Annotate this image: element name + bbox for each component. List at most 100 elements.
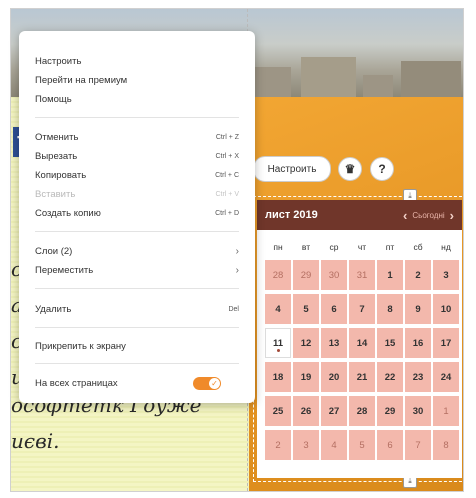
day-number: 13 bbox=[328, 337, 340, 349]
calendar-day[interactable]: 7 bbox=[405, 430, 431, 460]
calendar-day[interactable]: 4 bbox=[321, 430, 347, 460]
menu-item-duplicate[interactable]: Создать копию Ctrl + D bbox=[35, 205, 239, 221]
day-number: 19 bbox=[300, 371, 312, 383]
calendar-day[interactable]: 5 bbox=[349, 430, 375, 460]
menu-item-delete[interactable]: Удалить Del bbox=[35, 301, 239, 317]
today-link[interactable]: Сьогодні bbox=[412, 211, 444, 220]
menu-divider bbox=[35, 288, 239, 289]
calendar-day[interactable]: 30 bbox=[405, 396, 431, 426]
menu-item-copy[interactable]: Копировать Ctrl + C bbox=[35, 167, 239, 183]
calendar-day[interactable]: 30 bbox=[321, 260, 347, 290]
weekday-label: вт bbox=[301, 242, 311, 252]
calendar-day[interactable]: 3 bbox=[293, 430, 319, 460]
calendar-day[interactable]: 3 bbox=[433, 260, 459, 290]
next-month-icon[interactable]: › bbox=[450, 208, 454, 223]
all-pages-toggle[interactable]: ✓ bbox=[193, 376, 221, 390]
day-number: 18 bbox=[272, 371, 284, 383]
menu-item-all-pages[interactable]: На всех страницах ✓ bbox=[35, 375, 239, 391]
calendar-day[interactable]: 29 bbox=[293, 260, 319, 290]
calendar-day[interactable]: 2 bbox=[265, 430, 291, 460]
calendar-day[interactable]: 6 bbox=[377, 430, 403, 460]
menu-item-move[interactable]: Переместить › bbox=[35, 262, 239, 278]
calendar-title: лист 2019 bbox=[265, 209, 318, 221]
chevron-right-icon: › bbox=[235, 264, 239, 276]
calendar-day[interactable]: 8 bbox=[377, 294, 403, 324]
calendar-day[interactable]: 31 bbox=[349, 260, 375, 290]
calendar-day[interactable]: 15 bbox=[377, 328, 403, 358]
calendar-day[interactable]: 4 bbox=[265, 294, 291, 324]
calendar-day[interactable]: 1 bbox=[433, 396, 459, 426]
menu-divider bbox=[35, 327, 239, 328]
crown-icon[interactable]: ♛ bbox=[338, 157, 362, 181]
calendar-day[interactable]: 2 bbox=[405, 260, 431, 290]
menu-item-label: Вырезать bbox=[35, 150, 78, 162]
calendar-day[interactable]: 28 bbox=[349, 396, 375, 426]
day-number: 26 bbox=[300, 405, 312, 417]
calendar-grid: 28 29 30 31 1 2 3 4 5 6 7 8 9 10 11 12 13 14 15 16 17 18 19 20 2… bbox=[265, 260, 462, 460]
menu-item-label: Настроить bbox=[35, 55, 82, 67]
day-number: 15 bbox=[384, 337, 396, 349]
calendar-day[interactable]: 29 bbox=[377, 396, 403, 426]
calendar-day[interactable]: 14 bbox=[349, 328, 375, 358]
day-number: 9 bbox=[415, 303, 421, 315]
menu-item-label: Переместить bbox=[35, 264, 94, 276]
calendar-day[interactable]: 27 bbox=[321, 396, 347, 426]
shortcut-label: Ctrl + Z bbox=[215, 133, 239, 141]
calendar-day[interactable]: 6 bbox=[321, 294, 347, 324]
menu-item-cut[interactable]: Вырезать Ctrl + X bbox=[35, 148, 239, 164]
calendar-day[interactable]: 28 bbox=[265, 260, 291, 290]
day-number: 5 bbox=[359, 439, 365, 451]
menu-divider bbox=[35, 231, 239, 232]
settings-button[interactable]: Настроить bbox=[253, 156, 331, 182]
calendar-day[interactable]: 22 bbox=[377, 362, 403, 392]
calendar-header: лист 2019 ‹ Сьогодні › bbox=[257, 200, 462, 230]
check-icon: ✓ bbox=[209, 377, 220, 389]
day-number: 20 bbox=[328, 371, 340, 383]
calendar-day[interactable]: 16 bbox=[405, 328, 431, 358]
calendar-day[interactable]: 13 bbox=[321, 328, 347, 358]
day-number: 30 bbox=[412, 405, 424, 417]
day-number: 3 bbox=[303, 439, 309, 451]
calendar-day[interactable]: 12 bbox=[293, 328, 319, 358]
day-number: 14 bbox=[356, 337, 368, 349]
day-number: 17 bbox=[440, 337, 452, 349]
menu-item-undo[interactable]: Отменить Ctrl + Z bbox=[35, 129, 239, 145]
day-number: 16 bbox=[412, 337, 424, 349]
calendar-day[interactable]: 25 bbox=[265, 396, 291, 426]
menu-item-layers[interactable]: Слои (2) › bbox=[35, 243, 239, 259]
prev-month-icon[interactable]: ‹ bbox=[403, 208, 407, 223]
calendar-day[interactable]: 21 bbox=[349, 362, 375, 392]
day-number: 31 bbox=[356, 269, 368, 281]
calendar-nav: ‹ Сьогодні › bbox=[403, 208, 454, 223]
calendar-day[interactable]: 20 bbox=[321, 362, 347, 392]
weekday-label: пт bbox=[385, 242, 395, 252]
menu-item-settings[interactable]: Настроить bbox=[35, 53, 239, 69]
calendar-day[interactable]: 8 bbox=[433, 430, 459, 460]
calendar-day[interactable]: 10 bbox=[433, 294, 459, 324]
shortcut-label: Ctrl + C bbox=[215, 171, 239, 179]
calendar-day[interactable]: 26 bbox=[293, 396, 319, 426]
chevron-right-icon: › bbox=[235, 245, 239, 257]
help-icon[interactable]: ? bbox=[370, 157, 394, 181]
calendar-day[interactable]: 18 bbox=[265, 362, 291, 392]
day-number: 11 bbox=[272, 337, 284, 349]
calendar-day[interactable]: 19 bbox=[293, 362, 319, 392]
calendar-day[interactable]: 9 bbox=[405, 294, 431, 324]
calendar-day[interactable]: 1 bbox=[377, 260, 403, 290]
day-number: 28 bbox=[356, 405, 368, 417]
day-number: 8 bbox=[387, 303, 393, 315]
calendar-day[interactable]: 23 bbox=[405, 362, 431, 392]
menu-item-help[interactable]: Помощь bbox=[35, 91, 239, 107]
menu-item-pin[interactable]: Прикрепить к экрану bbox=[35, 338, 239, 354]
menu-item-premium[interactable]: Перейти на премиум bbox=[35, 72, 239, 88]
day-number: 4 bbox=[331, 439, 337, 451]
calendar-day[interactable]: 7 bbox=[349, 294, 375, 324]
calendar-day[interactable]: 17 bbox=[433, 328, 459, 358]
calendar-day-today[interactable]: 11 bbox=[265, 328, 291, 358]
calendar-day[interactable]: 5 bbox=[293, 294, 319, 324]
calendar-day[interactable]: 24 bbox=[433, 362, 459, 392]
calendar-widget: лист 2019 ‹ Сьогодні › пн вт ср чт пт сб нд 28… bbox=[257, 200, 462, 478]
menu-item-label: Перейти на премиум bbox=[35, 74, 128, 86]
shortcut-label: Ctrl + D bbox=[215, 209, 239, 217]
weekday-label: нд bbox=[441, 242, 451, 252]
